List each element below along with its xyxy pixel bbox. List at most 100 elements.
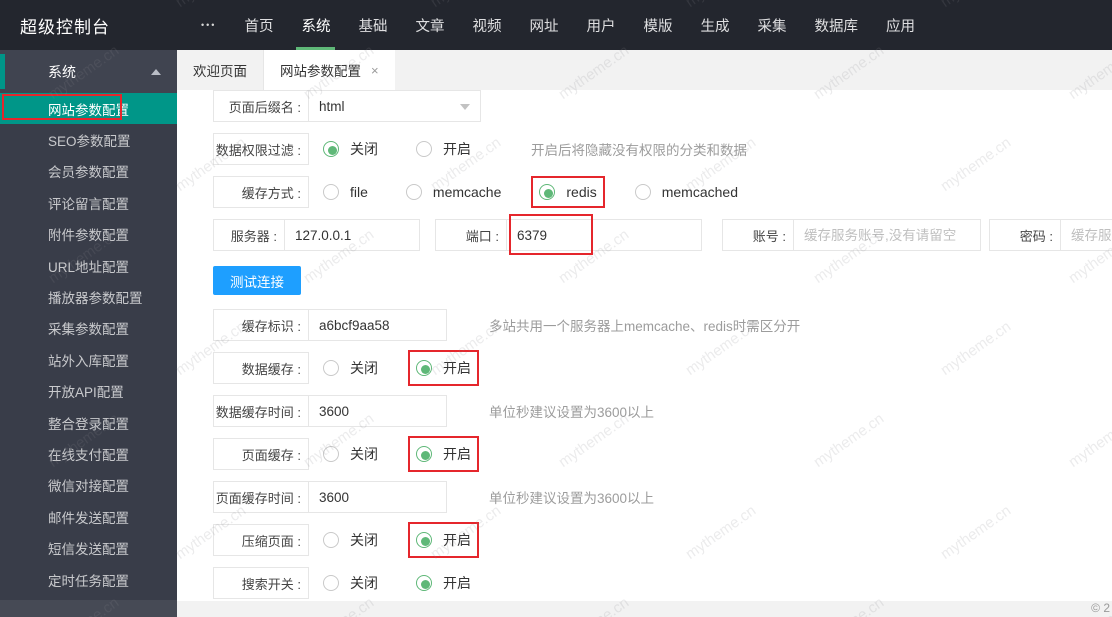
nav-item-database[interactable]: 数据库	[800, 0, 872, 50]
tab-label: 网站参数配置	[280, 64, 361, 79]
test-connection-button[interactable]: 测试连接	[213, 266, 301, 295]
radio-circle-icon	[416, 575, 432, 591]
radio-label: 开启	[443, 446, 471, 462]
radio-label: 关闭	[350, 141, 378, 157]
sidebar-item-email-config[interactable]: 邮件发送配置	[0, 501, 177, 532]
tab-site-params[interactable]: 网站参数配置 ×	[264, 50, 395, 90]
nav-item-generate[interactable]: 生成	[686, 0, 743, 50]
nav-item-template[interactable]: 模版	[629, 0, 686, 50]
search-switch-radios: 关闭 开启	[323, 573, 509, 593]
sidebar-item-label: 播放器参数配置	[48, 291, 143, 307]
data-cache-label: 数据缓存 :	[213, 352, 309, 384]
sidebar-item-collect-params[interactable]: 采集参数配置	[0, 313, 177, 344]
account-label: 账号 :	[722, 219, 794, 251]
account-input[interactable]	[793, 219, 981, 251]
radio-circle-icon	[323, 446, 339, 462]
radio-on[interactable]: 开启	[416, 573, 471, 593]
row-cache-flag: 缓存标识 : 多站共用一个服务器上memcache、redis时需区分开	[213, 309, 1112, 341]
sidebar-item-label: 评论留言配置	[48, 196, 129, 212]
sidebar-item-external-storage[interactable]: 站外入库配置	[0, 344, 177, 375]
sidebar-item-label: 附件参数配置	[48, 228, 129, 244]
sidebar-item-label: 定时任务配置	[48, 573, 129, 589]
cache-flag-label: 缓存标识 :	[213, 309, 309, 341]
nav-item-video[interactable]: 视频	[458, 0, 515, 50]
cache-flag-hint: 多站共用一个服务器上memcache、redis时需区分开	[489, 319, 801, 334]
page-cache-time-input[interactable]	[308, 481, 447, 513]
copyright-text: © 2	[1091, 601, 1110, 615]
page-suffix-select[interactable]: html	[308, 90, 481, 122]
radio-memcached[interactable]: memcached	[634, 184, 738, 200]
sidebar-item-open-api[interactable]: 开放API配置	[0, 376, 177, 407]
radio-on[interactable]: 开启	[416, 139, 471, 159]
radio-label: 关闭	[350, 575, 378, 591]
radio-on[interactable]: 开启	[408, 522, 479, 558]
tab-label: 欢迎页面	[193, 64, 247, 79]
radio-label: 关闭	[350, 360, 378, 376]
radio-on[interactable]: 开启	[408, 436, 479, 472]
tab-welcome[interactable]: 欢迎页面	[177, 50, 264, 90]
nav-item-basic[interactable]: 基础	[344, 0, 401, 50]
nav-item-article[interactable]: 文章	[401, 0, 458, 50]
sidebar-item-url-config[interactable]: URL地址配置	[0, 250, 177, 281]
server-input[interactable]	[284, 219, 420, 251]
row-data-permission: 数据权限过滤 : 关闭 开启 开启后将隐藏没有权限的分类和数据	[213, 133, 1112, 165]
row-data-cache: 数据缓存 : 关闭 开启	[213, 350, 1112, 386]
sidebar-item-site-params[interactable]: 网站参数配置	[0, 93, 177, 125]
sidebar-item-label: 开放API配置	[48, 385, 124, 401]
sidebar-group-system[interactable]: 系统	[0, 50, 177, 93]
radio-off[interactable]: 关闭	[323, 139, 378, 159]
nav-item-website[interactable]: 网址	[515, 0, 572, 50]
sidebar-group-label: 系统	[48, 63, 76, 80]
radio-circle-icon	[416, 360, 432, 376]
radio-memcache[interactable]: memcache	[405, 184, 502, 200]
sidebar-item-comment-config[interactable]: 评论留言配置	[0, 187, 177, 218]
sidebar-item-integrated-login[interactable]: 整合登录配置	[0, 407, 177, 438]
radio-off[interactable]: 关闭	[323, 444, 378, 464]
radio-label: memcached	[661, 184, 738, 200]
sidebar-item-seo-params[interactable]: SEO参数配置	[0, 124, 177, 155]
radio-off[interactable]: 关闭	[323, 530, 378, 550]
sidebar-item-attachment-params[interactable]: 附件参数配置	[0, 219, 177, 250]
radio-circle-icon	[323, 184, 339, 200]
chevron-down-icon	[460, 104, 470, 110]
radio-circle-icon	[323, 575, 339, 591]
top-nav: 首页 系统 基础 文章 视频 网址 用户 模版 生成 采集 数据库 应用	[230, 0, 929, 50]
row-page-cache: 页面缓存 : 关闭 开启	[213, 436, 1112, 472]
radio-on[interactable]: 开启	[408, 350, 479, 386]
nav-item-system[interactable]: 系统	[287, 0, 344, 50]
sidebar-item-label: 在线支付配置	[48, 447, 129, 463]
data-cache-time-input[interactable]	[308, 395, 447, 427]
app-title: 超级控制台	[20, 17, 110, 37]
sidebar-item-label: 采集参数配置	[48, 322, 129, 338]
radio-redis[interactable]: redis	[531, 176, 605, 208]
sidebar-item-member-params[interactable]: 会员参数配置	[0, 156, 177, 187]
sidebar-footer-bar	[0, 600, 177, 617]
radio-file[interactable]: file	[323, 184, 368, 200]
more-menu-icon[interactable]: •••	[201, 0, 216, 50]
search-switch-label: 搜索开关 :	[213, 567, 309, 599]
password-input[interactable]	[1060, 219, 1112, 251]
cache-flag-input[interactable]	[308, 309, 447, 341]
radio-off[interactable]: 关闭	[323, 573, 378, 593]
close-tab-icon[interactable]: ×	[371, 63, 379, 78]
nav-item-collect[interactable]: 采集	[743, 0, 800, 50]
page-cache-time-label: 页面缓存时间 :	[213, 481, 309, 513]
sidebar-item-sms-config[interactable]: 短信发送配置	[0, 532, 177, 563]
sidebar-item-label: URL地址配置	[48, 259, 130, 275]
sidebar-item-cron-config[interactable]: 定时任务配置	[0, 564, 177, 595]
sidebar-item-label: 邮件发送配置	[48, 510, 129, 526]
nav-item-home[interactable]: 首页	[230, 0, 287, 50]
nav-item-user[interactable]: 用户	[572, 0, 629, 50]
radio-label: 开启	[443, 575, 471, 591]
settings-form: 页面后缀名 : html 数据权限过滤 : 关闭 开启 开启后将隐藏没有权限的分…	[177, 90, 1112, 601]
sidebar-item-player-params[interactable]: 播放器参数配置	[0, 281, 177, 312]
sidebar-item-wechat-config[interactable]: 微信对接配置	[0, 470, 177, 501]
sidebar-item-online-payment[interactable]: 在线支付配置	[0, 438, 177, 469]
radio-label: 开启	[443, 141, 471, 157]
compress-page-radios: 关闭 开启	[323, 522, 509, 558]
nav-item-app[interactable]: 应用	[872, 0, 929, 50]
sidebar-item-label: 站外入库配置	[48, 353, 129, 369]
radio-label: memcache	[432, 184, 502, 200]
port-input[interactable]	[506, 219, 702, 251]
radio-off[interactable]: 关闭	[323, 358, 378, 378]
